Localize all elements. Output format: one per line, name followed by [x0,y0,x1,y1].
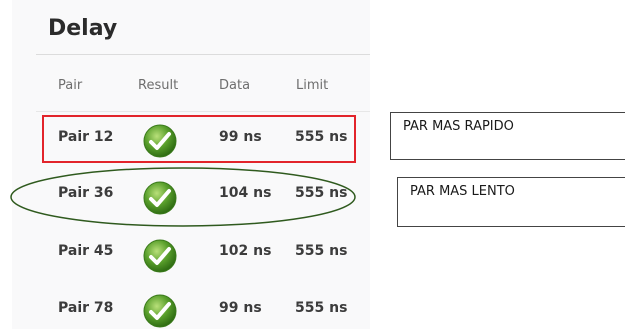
title-divider [36,54,370,55]
fastest-pair-highlight [42,115,356,163]
delay-results-screen: Delay Pair Result Data Limit Pair 12 99 … [0,0,625,329]
pair-cell: Pair 78 [58,300,114,316]
slowest-pair-highlight [10,167,356,227]
column-header-data: Data [219,78,251,93]
check-icon [143,239,177,273]
fastest-pair-callout: PAR MAS RAPIDO [390,112,625,160]
limit-cell: 555 ns [295,300,348,316]
slowest-pair-callout: PAR MAS LENTO [397,177,625,227]
check-icon [143,294,177,328]
column-header-limit: Limit [296,78,329,93]
pair-cell: Pair 45 [58,243,114,259]
limit-cell: 555 ns [295,243,348,259]
header-row-divider [36,111,370,112]
data-cell: 99 ns [219,300,262,316]
delay-panel [12,0,370,329]
column-header-result: Result [138,78,179,93]
column-header-pair: Pair [58,78,83,93]
data-cell: 102 ns [219,243,272,259]
page-title: Delay [48,16,118,41]
